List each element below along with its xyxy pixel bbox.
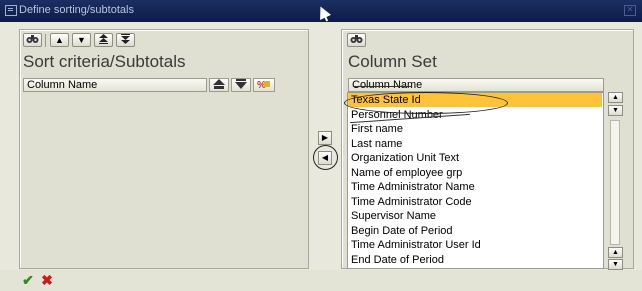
move-up-icon: ▲	[55, 35, 64, 45]
window-title: Define sorting/subtotals	[19, 4, 134, 16]
remove-from-sort-button[interactable]: ◀	[318, 151, 332, 165]
subtotal-icon[interactable]: %	[253, 78, 275, 92]
column-set-title: Column Set	[348, 52, 437, 71]
sort-criteria-list[interactable]	[23, 92, 303, 267]
column-set-row[interactable]: First name	[348, 122, 602, 136]
column-set-row[interactable]: Time Administrator Code	[348, 195, 602, 209]
cancel-button[interactable]: ✖	[39, 272, 55, 288]
checkmark-icon: ✔	[22, 272, 34, 288]
move-up-button[interactable]: ▲	[50, 33, 69, 47]
scroll-down-bottom-button[interactable]: ▼	[608, 259, 623, 270]
sort-descending-icon[interactable]	[231, 78, 251, 92]
arrow-right-icon: ▶	[321, 133, 329, 142]
annotation-strike	[354, 86, 412, 87]
binoculars-icon[interactable]	[347, 33, 366, 47]
binoculars-icon[interactable]	[23, 33, 42, 47]
right-column-header[interactable]: Column Name	[348, 78, 604, 92]
move-top-icon	[99, 34, 108, 44]
move-bottom-button[interactable]	[116, 33, 135, 47]
column-set-row[interactable]: Name of employee grp	[348, 166, 602, 180]
scroll-up-button[interactable]: ▲	[608, 92, 623, 103]
arrow-left-icon: ◀	[321, 153, 329, 162]
close-icon[interactable]: ✕	[624, 5, 636, 16]
sort-criteria-panel: ▲ ▼ Sort criteria/Subtotals Column Name …	[19, 29, 309, 269]
window-menu-icon[interactable]	[5, 5, 17, 16]
column-set-panel: Column Set Column Name Texas State Id Per…	[341, 29, 634, 270]
scroll-up-bottom-button[interactable]: ▲	[608, 247, 623, 258]
scroll-track[interactable]	[610, 120, 620, 245]
scroll-down-button[interactable]: ▼	[608, 105, 623, 116]
column-set-row[interactable]: Time Administrator Name	[348, 180, 602, 194]
column-set-row[interactable]: Supervisor Name	[348, 209, 602, 223]
footer-bar: ✔ ✖	[0, 270, 642, 291]
column-set-row[interactable]: End Date of Period	[348, 253, 602, 267]
column-set-list[interactable]: Texas State Id Personnel Number First name…	[347, 92, 604, 269]
toolbar-separator	[45, 34, 46, 47]
column-set-row[interactable]: Texas State Id	[348, 93, 602, 107]
confirm-button[interactable]: ✔	[20, 272, 36, 288]
sort-criteria-title: Sort criteria/Subtotals	[23, 52, 186, 71]
move-down-button[interactable]: ▼	[72, 33, 91, 47]
left-column-header[interactable]: Column Name	[23, 78, 207, 92]
column-set-row[interactable]: Time Administrator User Id	[348, 238, 602, 252]
column-set-row[interactable]: Begin Date of Period	[348, 224, 602, 238]
column-set-row[interactable]: Last name	[348, 137, 602, 151]
column-set-row[interactable]: Organization Unit Text	[348, 151, 602, 165]
sort-ascending-icon[interactable]	[209, 78, 229, 92]
move-bottom-icon	[121, 34, 130, 44]
column-set-scrollbar[interactable]: ▲ ▼ ▲ ▼	[608, 92, 624, 270]
add-to-sort-button[interactable]: ▶	[318, 131, 332, 145]
cancel-x-icon: ✖	[41, 272, 53, 288]
move-top-button[interactable]	[94, 33, 113, 47]
move-down-icon: ▼	[77, 35, 86, 45]
